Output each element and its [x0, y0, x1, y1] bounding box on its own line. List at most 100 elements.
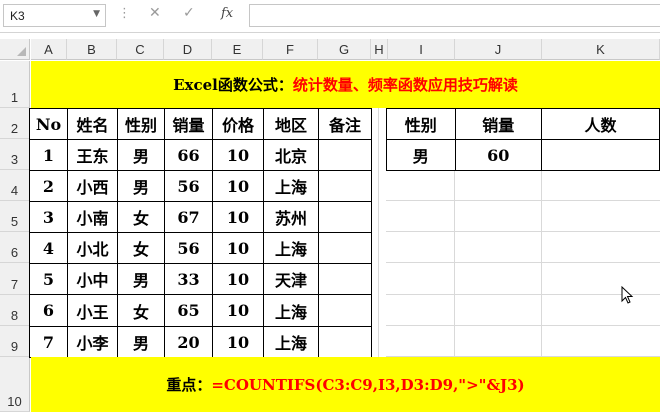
column-header-h[interactable]: H	[371, 39, 388, 60]
table-cell[interactable]: 北京	[263, 139, 319, 171]
table-cell[interactable]: 男	[117, 326, 165, 358]
table-header-cell[interactable]: 销量	[164, 108, 213, 140]
table-cell[interactable]	[318, 294, 372, 327]
table-cell[interactable]: 小李	[67, 326, 118, 358]
table-row: 2 小西男 56 10 上海	[29, 170, 372, 202]
formula-input[interactable]	[249, 4, 660, 27]
table-cell[interactable]: 10	[212, 263, 264, 295]
table-cell[interactable]: 小西	[67, 170, 118, 202]
row-header-6[interactable]: 6	[0, 232, 30, 263]
table-cell[interactable]: 苏州	[263, 201, 319, 233]
table-header-cell[interactable]: 性别	[117, 108, 165, 140]
gridline	[386, 262, 660, 263]
name-box[interactable]: K3 ▼	[3, 4, 106, 27]
table-cell[interactable]: 小南	[67, 201, 118, 233]
table-header-cell[interactable]: No	[29, 108, 68, 140]
table-cell[interactable]: 上海	[263, 326, 319, 358]
row-header-3[interactable]: 3	[0, 139, 30, 170]
row-header-2[interactable]: 2	[0, 108, 30, 139]
row-header-5[interactable]: 5	[0, 201, 30, 232]
row-header-4[interactable]: 4	[0, 170, 30, 201]
table-cell[interactable]: 56	[164, 170, 213, 202]
table-header-cell[interactable]: 备注	[318, 108, 372, 140]
table-cell[interactable]: 上海	[263, 294, 319, 327]
table-cell[interactable]: 66	[164, 139, 213, 171]
criteria-header-cell[interactable]: 人数	[540, 108, 660, 140]
table-cell[interactable]: 2	[29, 170, 68, 202]
table-header-cell[interactable]: 价格	[212, 108, 264, 140]
gridline	[386, 231, 660, 232]
footer-banner[interactable]: 重点： =COUNTIFS(C3:C9,I3,D3:D9,">"&J3)	[31, 357, 660, 412]
table-cell[interactable]: 天津	[263, 263, 319, 295]
table-cell[interactable]: 20	[164, 326, 213, 358]
table-cell[interactable]: 10	[212, 201, 264, 233]
table-cell[interactable]: 10	[212, 326, 264, 358]
table-cell[interactable]: 67	[164, 201, 213, 233]
table-cell[interactable]: 王东	[67, 139, 118, 171]
table-cell[interactable]: 33	[164, 263, 213, 295]
table-cell[interactable]: 上海	[263, 170, 319, 202]
table-header-cell[interactable]: 地区	[263, 108, 319, 140]
table-cell[interactable]: 10	[212, 294, 264, 327]
table-cell[interactable]: 7	[29, 326, 68, 358]
column-header-g[interactable]: G	[318, 39, 371, 60]
table-cell[interactable]	[318, 139, 372, 171]
table-cell[interactable]: 10	[212, 170, 264, 202]
column-header-f[interactable]: F	[263, 39, 318, 60]
title-banner[interactable]: Excel函数公式： 统计数量、频率函数应用技巧解读	[31, 61, 660, 108]
table-cell[interactable]: 女	[117, 232, 165, 264]
row-header-10[interactable]: 10	[0, 357, 30, 412]
criteria-cell[interactable]: 60	[454, 139, 542, 171]
table-cell[interactable]	[318, 201, 372, 233]
table-cell[interactable]: 4	[29, 232, 68, 264]
table-cell[interactable]: 小中	[67, 263, 118, 295]
column-header-b[interactable]: B	[67, 39, 117, 60]
table-cell[interactable]: 上海	[263, 232, 319, 264]
enter-icon[interactable]: ✓	[183, 6, 195, 20]
column-header-e[interactable]: E	[212, 39, 263, 60]
row-header-8[interactable]: 8	[0, 295, 30, 326]
row-header-7[interactable]: 7	[0, 263, 30, 295]
column-header-i[interactable]: I	[388, 39, 455, 60]
table-cell[interactable]: 小王	[67, 294, 118, 327]
gridline	[386, 200, 660, 201]
row-header-9[interactable]: 9	[0, 326, 30, 357]
table-cell[interactable]: 男	[117, 263, 165, 295]
table-cell[interactable]	[318, 232, 372, 264]
table-cell[interactable]: 5	[29, 263, 68, 295]
table-cell[interactable]: 1	[29, 139, 68, 171]
more-options-icon[interactable]: ⋮	[118, 7, 131, 20]
column-header-k[interactable]: K	[542, 39, 660, 60]
table-cell[interactable]: 10	[212, 139, 264, 171]
criteria-header-cell[interactable]: 性别	[386, 108, 456, 140]
criteria-header-cell[interactable]: 销量	[454, 108, 542, 140]
table-cell[interactable]: 男	[117, 139, 165, 171]
insert-function-icon[interactable]: fx	[221, 6, 233, 21]
select-all-corner[interactable]	[0, 39, 30, 60]
table-cell[interactable]: 65	[164, 294, 213, 327]
column-header-a[interactable]: A	[31, 39, 67, 60]
column-header-c[interactable]: C	[117, 39, 164, 60]
criteria-cell[interactable]: 男	[386, 139, 456, 171]
table-cell[interactable]	[318, 170, 372, 202]
table-header-row: No 姓名 性别 销量 价格 地区 备注	[29, 108, 372, 140]
column-header-d[interactable]: D	[164, 39, 212, 60]
cancel-icon[interactable]: ✕	[149, 6, 161, 20]
table-cell[interactable]	[318, 326, 372, 358]
table-cell[interactable]: 6	[29, 294, 68, 327]
table-cell[interactable]: 男	[117, 170, 165, 202]
table-cell[interactable]: 56	[164, 232, 213, 264]
chevron-down-icon[interactable]: ▼	[93, 9, 100, 19]
table-cell[interactable]: 女	[117, 294, 165, 327]
column-header-j[interactable]: J	[455, 39, 542, 60]
row-header-1[interactable]: 1	[0, 61, 30, 108]
table-cell[interactable]: 女	[117, 201, 165, 233]
criteria-cell[interactable]	[540, 139, 660, 171]
table-cell[interactable]: 3	[29, 201, 68, 233]
table-row: 6 小王女 65 10 上海	[29, 294, 372, 327]
table-cell[interactable]	[318, 263, 372, 295]
table-cell[interactable]: 10	[212, 232, 264, 264]
table-row: 7 小李男 20 10 上海	[29, 326, 372, 358]
table-header-cell[interactable]: 姓名	[67, 108, 118, 140]
table-cell[interactable]: 小北	[67, 232, 118, 264]
